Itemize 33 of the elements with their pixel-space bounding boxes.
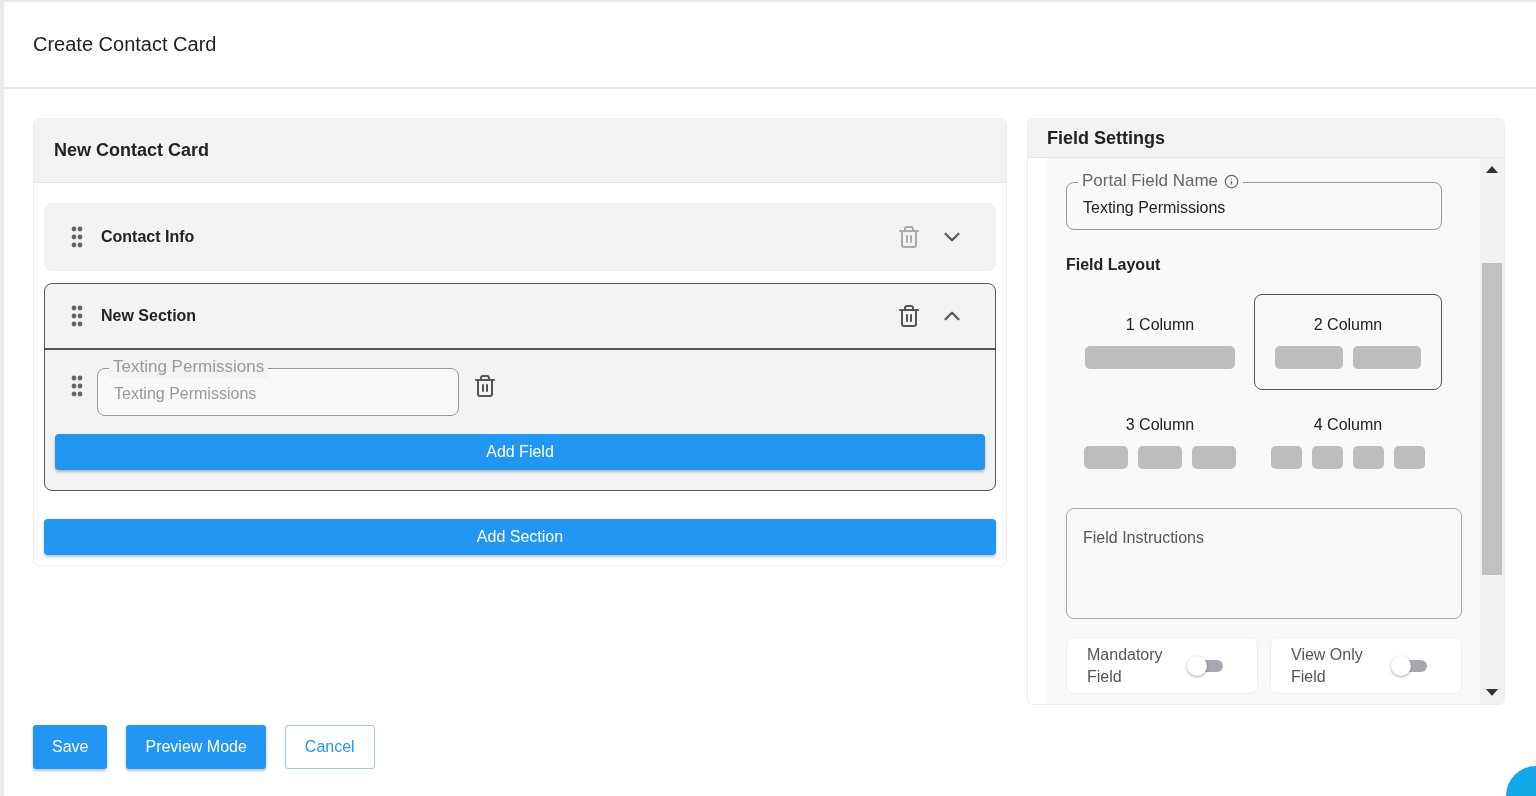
primary-button[interactable]: Save [33,725,108,769]
section-label: Field Layout [1066,256,1162,274]
drag-handle-icon[interactable] [71,226,83,248]
column-layout-icon [1275,345,1421,369]
page-title: Create Contact Card [33,33,217,56]
primary-button[interactable]: Preview Mode [126,725,266,769]
scroll-up-icon[interactable] [1486,166,1498,173]
toggle-label: Mandatory Field [1087,644,1164,687]
card-title: New Contact Card [54,140,210,161]
delete-icon[interactable] [473,374,497,398]
column-layout-icon [1084,445,1236,469]
scroll-down-icon[interactable] [1486,689,1498,696]
add-section-button[interactable]: Add Section [44,519,996,555]
layout-option[interactable]: 1 Column [1066,294,1254,390]
section-name: Contact Info [101,228,196,246]
instructions-field[interactable]: Field Instructions [1066,508,1462,619]
toggle-switch[interactable] [1187,654,1223,677]
toggle-switch[interactable] [1391,654,1427,677]
column-layout-icon [1085,345,1235,369]
layout-option[interactable]: 4 Column [1254,394,1442,490]
section-name: New Section [101,307,198,325]
delete-icon[interactable] [897,304,921,328]
layout-option[interactable]: 3 Column [1066,394,1254,490]
info-icon[interactable] [1224,173,1240,189]
column-layout-icon [1271,445,1425,469]
cancel-button[interactable]: Cancel [284,725,375,769]
add-field-button[interactable]: Add Field [55,434,985,470]
panel-title: Field Settings [1047,127,1165,149]
toggle-label: View Only Field [1291,644,1364,687]
layout-option[interactable]: 2 Column [1254,294,1442,390]
drag-handle-icon[interactable] [71,305,83,327]
drag-handle-icon[interactable] [71,375,83,397]
scrollbar[interactable] [1480,158,1504,704]
